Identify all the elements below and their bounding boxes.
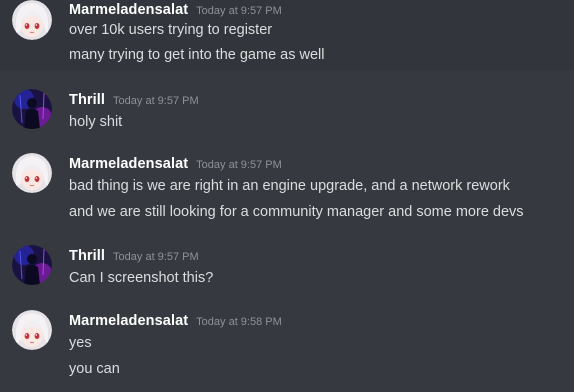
message-group: Marmeladensalat Today at 9:57 PM over 10k… xyxy=(0,0,574,70)
message-header: Marmeladensalat Today at 9:57 PM xyxy=(69,1,282,20)
message-header: Marmeladensalat Today at 9:57 PM xyxy=(69,155,282,174)
message-text: bad thing is we are right in an engine u… xyxy=(69,178,510,194)
message-text: and we are still looking for a community… xyxy=(69,204,524,220)
timestamp[interactable]: Today at 9:57 PM xyxy=(113,251,199,263)
message-header: Marmeladensalat Today at 9:58 PM xyxy=(69,312,282,331)
message-text: you can xyxy=(69,361,120,377)
anime-girl-avatar-icon xyxy=(12,0,52,40)
avatar[interactable] xyxy=(12,310,52,350)
avatar[interactable] xyxy=(12,0,52,40)
message-text: over 10k users trying to register xyxy=(69,22,273,38)
neon-figure-avatar-icon xyxy=(12,89,52,129)
timestamp[interactable]: Today at 9:58 PM xyxy=(196,316,282,328)
avatar[interactable] xyxy=(12,153,52,193)
message-text: yes xyxy=(69,335,92,351)
message-header: Thrill Today at 9:57 PM xyxy=(69,91,199,110)
message-group: Thrill Today at 9:57 PM Can I screenshot … xyxy=(0,242,574,290)
message-group: Thrill Today at 9:57 PM holy shit xyxy=(0,86,574,134)
anime-girl-avatar-icon xyxy=(12,310,52,350)
timestamp[interactable]: Today at 9:57 PM xyxy=(196,5,282,17)
timestamp[interactable]: Today at 9:57 PM xyxy=(113,95,199,107)
message-text: many trying to get into the game as well xyxy=(69,47,325,63)
author-name[interactable]: Marmeladensalat xyxy=(69,313,188,329)
message-group: Marmeladensalat Today at 9:57 PM bad thin… xyxy=(0,150,574,226)
timestamp[interactable]: Today at 9:57 PM xyxy=(196,159,282,171)
author-name[interactable]: Thrill xyxy=(69,92,105,108)
author-name[interactable]: Marmeladensalat xyxy=(69,156,188,172)
message-text: Can I screenshot this? xyxy=(69,270,214,286)
message-group: Marmeladensalat Today at 9:58 PM yes you … xyxy=(0,307,574,383)
author-name[interactable]: Thrill xyxy=(69,248,105,264)
author-name[interactable]: Marmeladensalat xyxy=(69,2,188,18)
neon-figure-avatar-icon xyxy=(12,245,52,285)
avatar[interactable] xyxy=(12,245,52,285)
anime-girl-avatar-icon xyxy=(12,153,52,193)
avatar[interactable] xyxy=(12,89,52,129)
message-header: Thrill Today at 9:57 PM xyxy=(69,247,199,266)
message-text: holy shit xyxy=(69,114,123,130)
